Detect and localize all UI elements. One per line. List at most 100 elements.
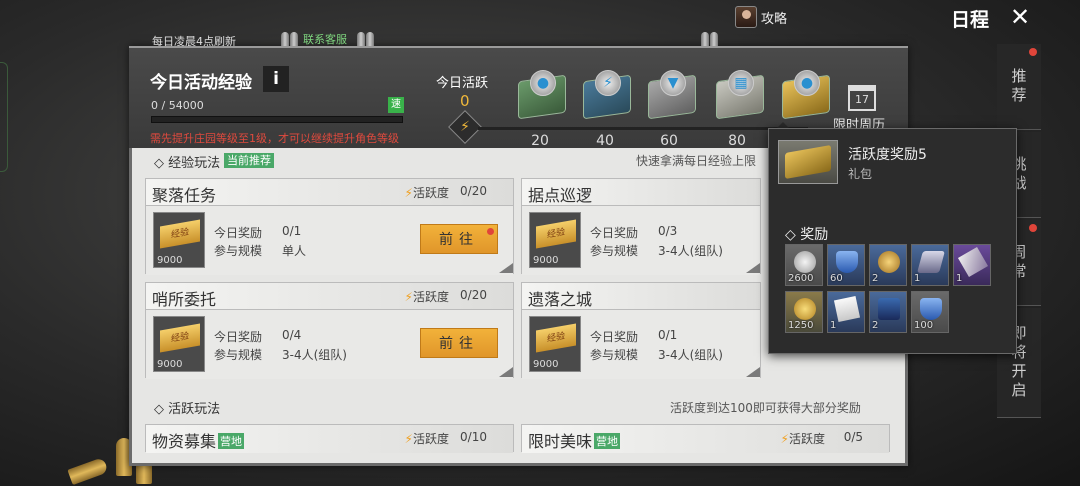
camp-tag: 营地	[218, 433, 245, 449]
active-card-supply[interactable]: 物资募集 营地 ⚡活跃度 0/10	[145, 424, 514, 453]
exp-card-lost-city[interactable]: 遗落之城 经验 9000 今日奖励 0/1 参与规模 3-4人(组队)	[521, 282, 761, 379]
coin-gold-icon	[794, 298, 816, 320]
scale-value: 单人	[282, 244, 307, 258]
scale-label: 参与规模	[590, 244, 639, 258]
card-title: 哨所委托	[152, 290, 217, 309]
reward-label: 今日奖励	[214, 330, 263, 344]
scale-label: 参与规模	[214, 244, 263, 258]
reward-emblem-icon: ●	[794, 70, 820, 96]
card-activity-value: 0/10	[460, 430, 487, 444]
card-activity-value: 0/5	[843, 430, 863, 444]
reward-quantity: 2	[872, 273, 879, 284]
speed-badge[interactable]: 速	[388, 97, 404, 113]
exp-ticket-icon: 经验 9000	[153, 212, 205, 268]
reward-quantity: 1	[914, 273, 921, 284]
card-activity-value: 0/20	[460, 184, 487, 198]
camp-tag: 营地	[594, 433, 621, 449]
popup-title: 活跃度奖励5	[848, 147, 927, 163]
reward-emblem-icon: ⚡	[595, 70, 621, 96]
reward-item[interactable]: 1	[911, 244, 949, 286]
blade-icon	[957, 246, 989, 278]
scale-value: 3-4人(组队)	[282, 348, 347, 362]
card-activity: ⚡活跃度	[780, 432, 825, 446]
exp-card-patrol[interactable]: 据点巡逻 经验 9000 今日奖励 0/3 参与规模 3-4人(组队)	[521, 178, 761, 275]
activity-reward-threshold: 40	[596, 133, 614, 149]
calendar-icon[interactable]: 17	[848, 85, 876, 111]
activity-reward-box[interactable]: ▼	[642, 70, 702, 120]
reward-quantity: 1	[956, 273, 963, 284]
reward-item[interactable]: 1250	[785, 291, 823, 333]
active-section-title: ◇ 活跃玩法	[154, 402, 221, 417]
activity-reward-box[interactable]: ▦	[710, 70, 770, 120]
go-button[interactable]: 前往	[420, 224, 498, 254]
card-body: 经验 9000 今日奖励 0/4 参与规模 3-4人(组队) 前往	[146, 310, 513, 379]
exp-card-outpost[interactable]: 哨所委托 ⚡活跃度 0/20 经验 9000 今日奖励 0/4 参与规模 3-4人(组队) 前往	[145, 282, 514, 379]
reward-item[interactable]: 1	[827, 291, 865, 333]
card-body: 经验 9000 今日奖励 0/1 参与规模 3-4人(组队)	[522, 310, 760, 379]
vehicle-icon	[917, 251, 945, 273]
reward-quantity: 60	[830, 273, 843, 284]
active-section-hint: 活跃度到达100即可获得大部分奖励	[670, 401, 861, 415]
customer-service-link[interactable]: 联系客服	[303, 31, 347, 47]
card-title: 物资募集	[152, 432, 217, 451]
activity-progress-track	[478, 127, 808, 130]
reward-label: 今日奖励	[214, 226, 263, 240]
recommend-tag: 当前推荐	[224, 153, 274, 168]
activity-value: 0	[460, 92, 470, 110]
reward-quantity: 2600	[788, 273, 814, 284]
reward-item[interactable]: 60	[827, 244, 865, 286]
activity-reward-threshold: 20	[531, 133, 549, 149]
card-header: 哨所委托 ⚡活跃度 0/20	[146, 283, 513, 310]
reward-label: 今日奖励	[590, 226, 639, 240]
tab-recommend[interactable]: 推荐	[997, 44, 1041, 130]
card-title: 据点巡逻	[528, 186, 593, 205]
reward-item[interactable]: 2600	[785, 244, 823, 286]
reward-quantity: 1250	[788, 320, 814, 331]
bolt-icon: ⚡	[780, 432, 789, 446]
crate-icon	[878, 298, 900, 320]
card-activity: ⚡活跃度	[404, 432, 449, 446]
document-icon	[833, 295, 861, 323]
activity-reward-box[interactable]: ⚡	[577, 70, 637, 120]
activity-reward-box[interactable]: ●	[776, 70, 836, 120]
reward-item[interactable]: 2	[869, 291, 907, 333]
active-card-food[interactable]: 限时美味 营地 ⚡活跃度 0/5	[521, 424, 890, 453]
card-title: 遗落之城	[528, 290, 593, 309]
guide-button[interactable]: 攻略	[735, 6, 787, 28]
reward-emblem-icon: ▦	[728, 70, 754, 96]
go-button[interactable]: 前往	[420, 328, 498, 358]
coin-silver-icon	[794, 251, 816, 273]
reward-value: 0/4	[282, 328, 302, 342]
exp-card-settlement[interactable]: 聚落任务 ⚡活跃度 0/20 经验 9000 今日奖励 0/1 参与规模 单人 前往	[145, 178, 514, 275]
popup-type: 礼包	[848, 167, 873, 181]
experience-title: 今日活动经验	[150, 73, 252, 93]
reward-item[interactable]: 1	[953, 244, 991, 286]
bolt-icon: ⚡	[404, 290, 413, 304]
notification-dot	[487, 228, 494, 235]
reward-value: 0/1	[658, 328, 678, 342]
scale-value: 3-4人(组队)	[658, 348, 723, 362]
card-header: 聚落任务 ⚡活跃度 0/20	[146, 179, 513, 206]
guide-avatar-icon	[735, 6, 757, 28]
reward-label: 今日奖励	[590, 330, 639, 344]
medal-gold-icon	[878, 251, 900, 273]
card-title: 限时美味	[528, 432, 593, 451]
shield-blue-icon	[920, 298, 942, 320]
reward-item[interactable]: 100	[911, 291, 949, 333]
scale-label: 参与规模	[590, 348, 639, 362]
close-icon[interactable]: ✕	[1006, 4, 1034, 30]
left-rail-decor	[0, 62, 8, 172]
card-corner-decor	[746, 263, 760, 273]
exp-section-title: ◇ 经验玩法	[154, 156, 221, 171]
card-body: 经验 9000 今日奖励 0/3 参与规模 3-4人(组队)	[522, 206, 760, 275]
experience-warning: 需先提升庄园等级至1级，才可以继续提升角色等级	[150, 132, 399, 145]
reward-value: 0/1	[282, 224, 302, 238]
reward-item[interactable]: 2	[869, 244, 907, 286]
activity-reward-box[interactable]: ●	[512, 70, 572, 120]
card-header: 遗落之城	[522, 283, 760, 310]
gift-chest-icon	[778, 140, 838, 184]
card-header: 据点巡逻	[522, 179, 760, 206]
info-icon[interactable]: i	[263, 66, 289, 92]
activity-reward-threshold: 60	[660, 133, 678, 149]
scale-label: 参与规模	[214, 348, 263, 362]
